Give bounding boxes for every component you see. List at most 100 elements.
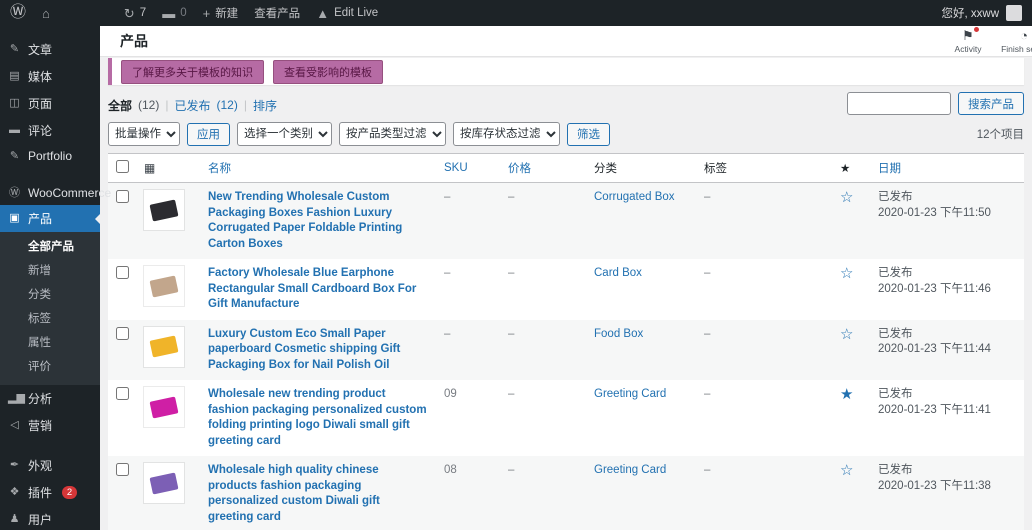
featured-star-toggle[interactable]: ☆ bbox=[832, 259, 870, 320]
table-row: Luxury Custom Eco Small Paper paperboard… bbox=[108, 320, 1024, 381]
stock-status-filter-select[interactable]: 按库存状态过滤 bbox=[453, 122, 560, 146]
product-status: 已发布 bbox=[878, 387, 1016, 403]
sidebar-item-comments[interactable]: ▬评论 bbox=[0, 117, 100, 144]
column-date[interactable]: 日期 bbox=[870, 154, 1024, 183]
sidebar-item-marketing[interactable]: ◁营销 bbox=[0, 412, 100, 439]
separator: | bbox=[244, 98, 247, 112]
sidebar-item-label: Portfolio bbox=[28, 149, 72, 163]
submenu-reviews[interactable]: 评价 bbox=[0, 354, 100, 378]
product-thumbnail[interactable] bbox=[144, 327, 184, 367]
comments-menu[interactable]: ▬0 bbox=[162, 7, 186, 20]
product-tags: – bbox=[696, 183, 832, 260]
row-checkbox[interactable] bbox=[116, 327, 129, 340]
view-all-count: (12) bbox=[138, 98, 159, 112]
column-sku[interactable]: SKU bbox=[436, 154, 500, 183]
learn-more-templates-button[interactable]: 了解更多关于模板的知识 bbox=[121, 60, 264, 84]
sidebar-item-media[interactable]: ▤媒体 bbox=[0, 63, 100, 90]
product-name-link[interactable]: Wholesale high quality chinese products … bbox=[208, 463, 428, 525]
sidebar-item-label: 文章 bbox=[28, 41, 52, 58]
product-price: – bbox=[500, 320, 586, 381]
page-title: 产品 bbox=[120, 31, 148, 51]
user-avatar[interactable] bbox=[1006, 5, 1022, 21]
product-category-link[interactable]: Greeting Card bbox=[594, 388, 666, 400]
site-home-menu[interactable]: ⌂ bbox=[42, 7, 50, 20]
row-checkbox[interactable] bbox=[116, 190, 129, 203]
submenu-attributes[interactable]: 属性 bbox=[0, 330, 100, 354]
column-category: 分类 bbox=[586, 154, 696, 183]
product-category-link[interactable]: Food Box bbox=[594, 328, 643, 340]
table-controls-row: 批量操作 应用 选择一个类别 按产品类型过滤 按库存状态过滤 筛选 12个项目 bbox=[108, 122, 1024, 146]
row-checkbox[interactable] bbox=[116, 266, 129, 279]
media-icon: ▤ bbox=[8, 71, 21, 82]
product-thumbnail[interactable] bbox=[144, 463, 184, 503]
product-thumbnail[interactable] bbox=[144, 266, 184, 306]
sidebar-item-portfolio[interactable]: ✎Portfolio bbox=[0, 144, 100, 168]
updates-count: 7 bbox=[140, 7, 146, 19]
featured-star-toggle[interactable]: ☆ bbox=[832, 456, 870, 530]
search-products-button[interactable]: 搜索产品 bbox=[958, 92, 1024, 115]
column-price[interactable]: 价格 bbox=[500, 154, 586, 183]
apply-button[interactable]: 应用 bbox=[187, 123, 230, 146]
product-status: 已发布 bbox=[878, 266, 1016, 282]
finish-setup-label: Finish setup bbox=[1001, 44, 1032, 54]
select-all-checkbox[interactable] bbox=[116, 160, 129, 173]
column-name[interactable]: 名称 bbox=[200, 154, 436, 183]
product-status: 已发布 bbox=[878, 463, 1016, 479]
sidebar-item-posts[interactable]: ✎文章 bbox=[0, 36, 100, 63]
row-checkbox[interactable] bbox=[116, 463, 129, 476]
view-all-link[interactable]: 全部 bbox=[108, 97, 132, 114]
sidebar-item-plugins[interactable]: ❖插件2 bbox=[0, 479, 100, 506]
wordpress-logo-icon: Ⓦ bbox=[10, 5, 26, 21]
submenu-add-new[interactable]: 新增 bbox=[0, 258, 100, 282]
view-sort-link[interactable]: 排序 bbox=[253, 97, 277, 114]
submenu-categories[interactable]: 分类 bbox=[0, 282, 100, 306]
activity-panel-button[interactable]: ⚑ Activity bbox=[942, 26, 994, 56]
featured-star-toggle[interactable]: ★ bbox=[832, 380, 870, 456]
product-sku: 09 bbox=[436, 380, 500, 456]
category-filter-select[interactable]: 选择一个类别 bbox=[237, 122, 332, 146]
woocommerce-icon: Ⓦ bbox=[8, 188, 21, 199]
view-published-count: (12) bbox=[217, 98, 238, 112]
finish-setup-button[interactable]: ◔ Finish setup bbox=[998, 26, 1032, 56]
sidebar-item-analytics[interactable]: ▂▆分析 bbox=[0, 385, 100, 412]
view-affected-templates-button[interactable]: 查看受影响的模板 bbox=[273, 60, 383, 84]
product-date: 2020-01-23 下午11:46 bbox=[878, 282, 1016, 298]
plugin-icon: ❖ bbox=[8, 487, 21, 498]
product-thumbnail[interactable] bbox=[144, 190, 184, 230]
table-header-row: ▦ 名称 SKU 价格 分类 标签 ★ 日期 bbox=[108, 154, 1024, 183]
bulk-action-select[interactable]: 批量操作 bbox=[108, 122, 180, 146]
product-tags: – bbox=[696, 259, 832, 320]
product-type-filter-select[interactable]: 按产品类型过滤 bbox=[339, 122, 446, 146]
product-name-link[interactable]: Wholesale new trending product fashion p… bbox=[208, 387, 428, 449]
product-thumbnail[interactable] bbox=[144, 387, 184, 427]
sidebar-item-products[interactable]: ▣产品 bbox=[0, 205, 100, 232]
product-category-link[interactable]: Card Box bbox=[594, 267, 642, 279]
submenu-tags[interactable]: 标签 bbox=[0, 306, 100, 330]
view-product-menu[interactable]: 查看产品 bbox=[254, 5, 300, 21]
updates-menu[interactable]: ↻7 bbox=[124, 7, 146, 20]
filter-button[interactable]: 筛选 bbox=[567, 123, 610, 146]
product-category-link[interactable]: Corrugated Box bbox=[594, 191, 675, 203]
product-price: – bbox=[500, 380, 586, 456]
howdy-account-menu[interactable]: 您好, xxww bbox=[942, 5, 1000, 21]
image-column-icon: ▦ bbox=[136, 154, 200, 183]
product-name-link[interactable]: Luxury Custom Eco Small Paper paperboard… bbox=[208, 327, 428, 374]
product-name-link[interactable]: New Trending Wholesale Custom Packaging … bbox=[208, 190, 428, 252]
submenu-all-products[interactable]: 全部产品 bbox=[0, 234, 100, 258]
featured-star-toggle[interactable]: ☆ bbox=[832, 320, 870, 381]
sidebar-item-pages[interactable]: ◫页面 bbox=[0, 90, 100, 117]
product-tags: – bbox=[696, 380, 832, 456]
product-name-link[interactable]: Factory Wholesale Blue Earphone Rectangu… bbox=[208, 266, 428, 313]
sidebar-item-users[interactable]: ♟用户 bbox=[0, 506, 100, 530]
sidebar-item-appearance[interactable]: ✒外观 bbox=[0, 452, 100, 479]
edit-live-menu[interactable]: ▲Edit Live bbox=[316, 7, 378, 20]
featured-star-toggle[interactable]: ☆ bbox=[832, 183, 870, 260]
sidebar-item-label: 插件 bbox=[28, 484, 52, 501]
sidebar-item-woocommerce[interactable]: ⓌWooCommerce bbox=[0, 181, 100, 205]
wordpress-logo-menu[interactable]: Ⓦ bbox=[10, 5, 26, 21]
view-published-link[interactable]: 已发布 bbox=[174, 97, 210, 114]
new-content-menu[interactable]: +新建 bbox=[203, 5, 239, 21]
product-category-link[interactable]: Greeting Card bbox=[594, 464, 666, 476]
search-input[interactable] bbox=[847, 92, 951, 115]
row-checkbox[interactable] bbox=[116, 387, 129, 400]
